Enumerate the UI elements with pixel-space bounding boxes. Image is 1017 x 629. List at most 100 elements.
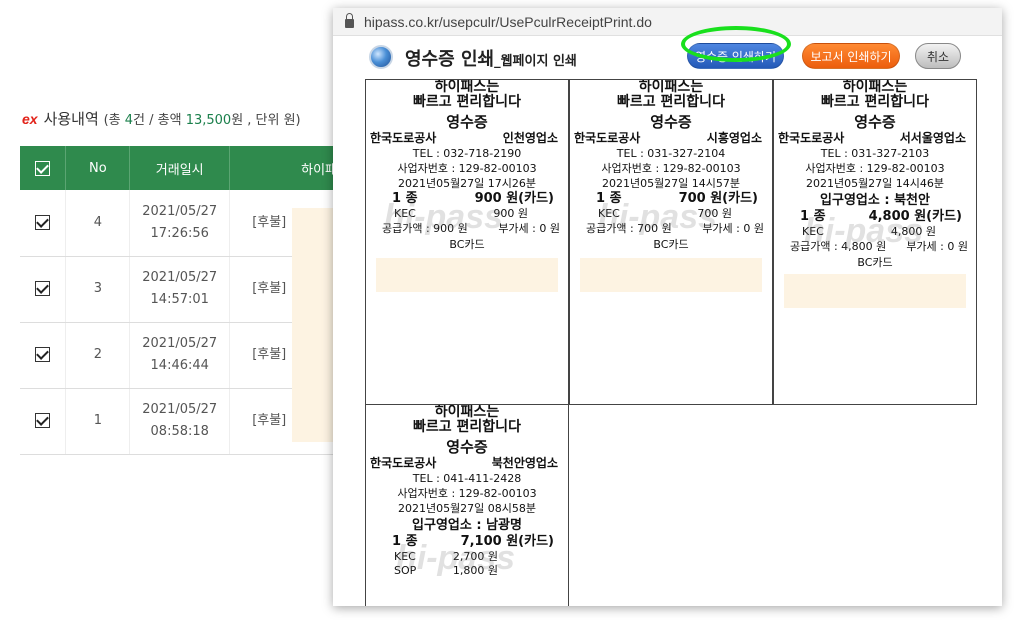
receipt-amount: 4,800 원(카드) xyxy=(868,209,962,224)
row-checkbox[interactable] xyxy=(20,256,67,323)
popup-title: 영수증 인쇄_웹페이지 인쇄 xyxy=(405,45,577,71)
receipt-kv-value: 4,800 원 xyxy=(890,225,936,238)
receipt-datetime: 2021년05월27일 14시57분 xyxy=(601,177,741,190)
receipt-kv-value: 2,700 원 xyxy=(452,550,498,563)
receipt-kv-key: SOP xyxy=(394,564,417,577)
column-header-no: No xyxy=(65,146,131,190)
row-date: 2021/05/27 xyxy=(142,336,218,351)
receipt-supply: 공급가액 : 4,800 원 xyxy=(790,240,887,253)
row-datetime: 2021/05/27 14:57:01 xyxy=(129,256,231,323)
receipt-print-popup: hipass.co.kr/usepculr/UsePculrReceiptPri… xyxy=(333,8,1002,606)
row-no: 2 xyxy=(65,322,131,389)
receipt-bizno: 사업자번호 : 129-82-00103 xyxy=(601,162,741,175)
receipt-kv: KEC 700 원 xyxy=(570,207,772,221)
receipt-vat: 부가세 : 0 원 xyxy=(702,222,764,235)
ex-logo-icon: ex xyxy=(22,111,38,127)
receipt-slogan-2: 빠르고 편리합니다 xyxy=(821,94,929,110)
receipt-office: 북천안영업소 xyxy=(491,456,558,470)
receipt-tel: TEL : 032-718-2190 xyxy=(412,147,522,160)
receipt-card: 하이패스는 빠르고 편리합니다 영수증 한국도로공사 서서울영업소 TEL : 0… xyxy=(773,79,977,405)
usage-history-title: 사용내역 xyxy=(43,110,99,128)
cancel-button[interactable]: 취소 xyxy=(915,43,961,69)
receipt-office: 인천영업소 xyxy=(502,131,558,145)
row-time: 14:46:44 xyxy=(150,358,209,373)
summary-mid: 건 / 총액 xyxy=(133,113,186,128)
receipt-card: 하이패스는 빠르고 편리합니다 영수증 한국도로공사 인천영업소 TEL : 03… xyxy=(365,79,569,405)
receipt-slogan-1: 하이패스는 xyxy=(434,404,500,420)
receipt-bizno: 사업자번호 : 129-82-00103 xyxy=(805,162,945,175)
receipt-entry-office: 입구영업소 : 북천안 xyxy=(820,193,930,208)
checkbox-checked-icon xyxy=(35,347,51,362)
receipt-org: 한국도로공사 xyxy=(574,131,641,145)
receipt-title: 영수증 xyxy=(650,113,692,131)
receipt-tel: TEL : 041-411-2428 xyxy=(412,472,522,485)
receipt-kv-key: KEC xyxy=(598,207,620,220)
row-no: 1 xyxy=(65,388,131,455)
receipt-slogan-2: 빠르고 편리합니다 xyxy=(413,94,521,110)
usage-summary: (총 4건 / 총액 13,500원 , 단위 원) xyxy=(104,113,301,128)
receipt-bizno: 사업자번호 : 129-82-00103 xyxy=(397,487,537,500)
receipt-amount: 7,100 원(카드) xyxy=(460,534,554,549)
print-report-button[interactable]: 보고서 인쇄하기 xyxy=(802,43,900,69)
receipt-card-type: BC카드 xyxy=(653,238,689,251)
row-date: 2021/05/27 xyxy=(142,402,218,417)
receipt-card: 하이패스는 빠르고 편리합니다 영수증 한국도로공사 시흥영업소 TEL : 03… xyxy=(569,79,773,405)
receipt-datetime: 2021년05월27일 08시58분 xyxy=(397,502,537,515)
receipt-entry-office: 입구영업소 : 남광명 xyxy=(412,518,522,533)
receipt-class: 1 종 xyxy=(596,191,622,206)
receipt-kv: SOP 1,800 원 xyxy=(366,564,568,578)
receipt-kv-value: 900 원 xyxy=(493,207,528,220)
receipt-kv-key: KEC xyxy=(394,207,416,220)
receipt-kv-value: 700 원 xyxy=(697,207,732,220)
receipt-slogan-2: 빠르고 편리합니다 xyxy=(413,419,521,435)
receipt-card-type: BC카드 xyxy=(857,256,893,269)
popup-header: 영수증 인쇄_웹페이지 인쇄 영수증 인쇄하기 보고서 인쇄하기 취소 xyxy=(333,36,1002,76)
lock-icon xyxy=(345,13,354,28)
receipt-vat: 부가세 : 0 원 xyxy=(498,222,560,235)
usage-history-heading: ex 사용내역 (총 4건 / 총액 13,500원 , 단위 원) xyxy=(22,108,301,129)
receipt-amount-row: 1 종 7,100 원(카드) xyxy=(366,534,568,550)
summary-prefix: (총 xyxy=(103,113,125,128)
url-text[interactable]: hipass.co.kr/usepculr/UsePculrReceiptPri… xyxy=(364,14,652,30)
checkbox-checked-icon xyxy=(35,413,51,428)
row-date: 2021/05/27 xyxy=(142,203,218,219)
receipt-amount: 700 원(카드) xyxy=(678,191,758,206)
receipt-amount: 900 원(카드) xyxy=(474,191,554,206)
row-no: 3 xyxy=(65,256,131,323)
row-checkbox[interactable] xyxy=(20,322,67,389)
receipt-title: 영수증 xyxy=(854,113,896,131)
row-checkbox[interactable] xyxy=(20,190,67,257)
receipt-datetime: 2021년05월27일 17시26분 xyxy=(397,177,537,190)
row-time: 08:58:18 xyxy=(150,424,209,439)
receipt-amount-row: 1 종 4,800 원(카드) xyxy=(774,209,976,225)
receipt-kv-value: 1,800 원 xyxy=(452,564,498,577)
summary-suffix: 원 , 단위 원) xyxy=(231,113,301,128)
receipt-supply: 공급가액 : 700 원 xyxy=(586,222,672,235)
receipt-class: 1 종 xyxy=(392,534,418,549)
address-bar[interactable]: hipass.co.kr/usepculr/UsePculrReceiptPri… xyxy=(333,8,1002,36)
receipt-office: 시흥영업소 xyxy=(706,131,762,145)
column-header-datetime: 거래일시 xyxy=(129,146,231,190)
row-time: 14:57:01 xyxy=(150,292,209,307)
receipt-company: 한국도로공사 북천안영업소 xyxy=(366,456,568,471)
summary-total: 13,500 xyxy=(185,113,232,128)
receipt-title: 영수증 xyxy=(446,113,488,131)
redaction-mask xyxy=(580,258,762,292)
print-receipt-button[interactable]: 영수증 인쇄하기 xyxy=(687,43,784,69)
receipt-card: 하이패스는 빠르고 편리합니다 영수증 한국도로공사 북천안영업소 TEL : 0… xyxy=(365,404,569,606)
receipt-supply-row: 공급가액 : 900 원 부가세 : 0 원 xyxy=(366,221,568,237)
receipt-kv-key: KEC xyxy=(394,550,416,563)
receipt-company: 한국도로공사 서서울영업소 xyxy=(774,131,976,146)
receipt-supply-row: 공급가액 : 700 원 부가세 : 0 원 xyxy=(570,221,772,237)
receipt-supply: 공급가액 : 900 원 xyxy=(382,222,468,235)
select-all-checkbox[interactable] xyxy=(20,146,67,190)
row-datetime: 2021/05/27 17:26:56 xyxy=(129,190,231,257)
globe-icon xyxy=(369,45,393,69)
row-checkbox[interactable] xyxy=(20,388,67,455)
row-datetime: 2021/05/27 08:58:18 xyxy=(129,388,231,455)
receipt-vat: 부가세 : 0 원 xyxy=(906,240,968,253)
row-no: 4 xyxy=(65,190,131,257)
column-header-hipass: 하이패 xyxy=(229,146,350,190)
receipt-supply-row: 공급가액 : 4,800 원 부가세 : 0 원 xyxy=(774,239,976,255)
row-time: 17:26:56 xyxy=(150,225,209,241)
